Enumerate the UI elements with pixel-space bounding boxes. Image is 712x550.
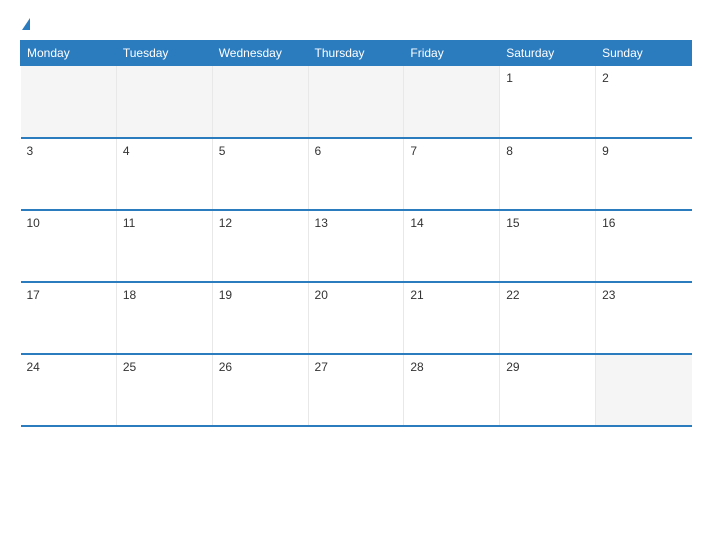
day-number: 3 bbox=[27, 144, 34, 158]
calendar-day-cell: 23 bbox=[596, 282, 692, 354]
calendar-day-cell: 27 bbox=[308, 354, 404, 426]
weekday-header-monday: Monday bbox=[21, 41, 117, 66]
day-number: 13 bbox=[315, 216, 328, 230]
logo bbox=[20, 18, 30, 30]
weekday-header-wednesday: Wednesday bbox=[212, 41, 308, 66]
calendar-header bbox=[20, 18, 692, 30]
calendar-day-cell: 17 bbox=[21, 282, 117, 354]
calendar-week-row: 24 25 26 27 28 29 bbox=[21, 354, 692, 426]
calendar-day-cell: 15 bbox=[500, 210, 596, 282]
day-number: 23 bbox=[602, 288, 615, 302]
calendar-day-cell: 19 bbox=[212, 282, 308, 354]
day-number: 2 bbox=[602, 71, 609, 85]
day-number: 5 bbox=[219, 144, 226, 158]
calendar-day-cell: 8 bbox=[500, 138, 596, 210]
calendar-day-cell: 10 bbox=[21, 210, 117, 282]
day-number: 24 bbox=[27, 360, 40, 374]
day-number: 11 bbox=[123, 216, 135, 230]
day-number: 20 bbox=[315, 288, 328, 302]
calendar-day-cell bbox=[212, 66, 308, 138]
day-number: 28 bbox=[410, 360, 423, 374]
calendar-day-cell: 25 bbox=[116, 354, 212, 426]
day-number: 12 bbox=[219, 216, 232, 230]
calendar-day-cell: 6 bbox=[308, 138, 404, 210]
day-number: 27 bbox=[315, 360, 328, 374]
day-number: 21 bbox=[410, 288, 423, 302]
calendar-day-cell: 3 bbox=[21, 138, 117, 210]
calendar-day-cell: 11 bbox=[116, 210, 212, 282]
day-number: 17 bbox=[27, 288, 40, 302]
calendar-day-cell bbox=[308, 66, 404, 138]
day-number: 9 bbox=[602, 144, 609, 158]
calendar-week-row: 12 bbox=[21, 66, 692, 138]
calendar-day-cell: 22 bbox=[500, 282, 596, 354]
calendar-day-cell: 28 bbox=[404, 354, 500, 426]
calendar-day-cell: 26 bbox=[212, 354, 308, 426]
calendar-day-cell: 12 bbox=[212, 210, 308, 282]
day-number: 14 bbox=[410, 216, 423, 230]
day-number: 25 bbox=[123, 360, 136, 374]
weekday-header-sunday: Sunday bbox=[596, 41, 692, 66]
day-number: 18 bbox=[123, 288, 136, 302]
day-number: 16 bbox=[602, 216, 615, 230]
calendar-day-cell: 20 bbox=[308, 282, 404, 354]
logo-triangle-icon bbox=[22, 18, 30, 30]
calendar-day-cell: 2 bbox=[596, 66, 692, 138]
calendar-day-cell: 24 bbox=[21, 354, 117, 426]
calendar-day-cell: 7 bbox=[404, 138, 500, 210]
weekday-header-friday: Friday bbox=[404, 41, 500, 66]
calendar-day-cell bbox=[596, 354, 692, 426]
day-number: 6 bbox=[315, 144, 322, 158]
day-number: 8 bbox=[506, 144, 513, 158]
day-number: 4 bbox=[123, 144, 130, 158]
calendar-day-cell: 4 bbox=[116, 138, 212, 210]
calendar-day-cell: 14 bbox=[404, 210, 500, 282]
calendar-container: MondayTuesdayWednesdayThursdayFridaySatu… bbox=[0, 0, 712, 550]
day-number: 22 bbox=[506, 288, 519, 302]
calendar-day-cell: 5 bbox=[212, 138, 308, 210]
weekday-header-tuesday: Tuesday bbox=[116, 41, 212, 66]
calendar-day-cell: 16 bbox=[596, 210, 692, 282]
calendar-week-row: 17 18 19 20 21 22 23 bbox=[21, 282, 692, 354]
calendar-day-cell: 29 bbox=[500, 354, 596, 426]
calendar-day-cell: 9 bbox=[596, 138, 692, 210]
calendar-week-row: 3 4 5 6 7 8 9 bbox=[21, 138, 692, 210]
calendar-day-cell bbox=[404, 66, 500, 138]
day-number: 15 bbox=[506, 216, 519, 230]
calendar-day-cell: 13 bbox=[308, 210, 404, 282]
day-number: 19 bbox=[219, 288, 232, 302]
calendar-day-cell: 18 bbox=[116, 282, 212, 354]
day-number: 10 bbox=[27, 216, 40, 230]
calendar-day-cell: 21 bbox=[404, 282, 500, 354]
calendar-day-cell bbox=[21, 66, 117, 138]
calendar-day-cell bbox=[116, 66, 212, 138]
calendar-grid: MondayTuesdayWednesdayThursdayFridaySatu… bbox=[20, 40, 692, 427]
day-number: 1 bbox=[506, 71, 513, 85]
weekday-header-saturday: Saturday bbox=[500, 41, 596, 66]
calendar-day-cell: 1 bbox=[500, 66, 596, 138]
calendar-week-row: 10 11 12 13 14 15 16 bbox=[21, 210, 692, 282]
weekday-header-row: MondayTuesdayWednesdayThursdayFridaySatu… bbox=[21, 41, 692, 66]
day-number: 7 bbox=[410, 144, 417, 158]
day-number: 26 bbox=[219, 360, 232, 374]
weekday-header-thursday: Thursday bbox=[308, 41, 404, 66]
day-number: 29 bbox=[506, 360, 519, 374]
